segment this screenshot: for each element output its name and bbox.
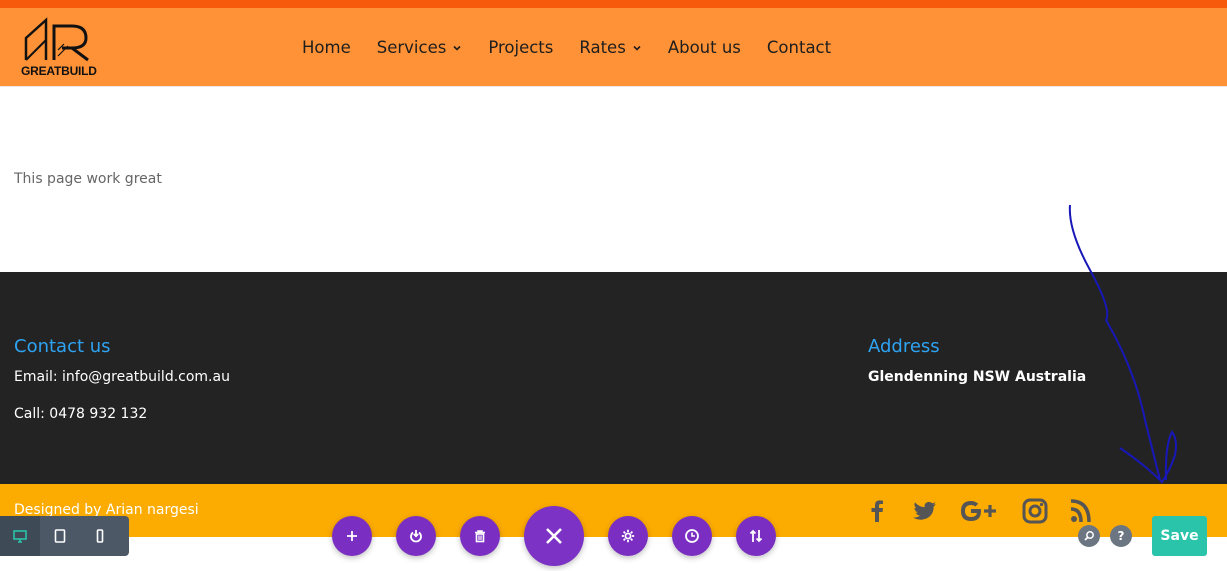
contact-email: Email: info@greatbuild.com.au	[14, 369, 230, 385]
view-mode-bar	[0, 516, 129, 556]
search-icon	[1084, 531, 1094, 541]
chevron-down-icon	[633, 45, 641, 51]
nav-about[interactable]: About us	[668, 38, 741, 57]
main-nav: Home Services Projects Rates About us Co…	[302, 8, 831, 87]
trash-icon	[475, 530, 485, 543]
site-footer: Contact us Email: info@greatbuild.com.au…	[0, 272, 1227, 484]
gear-icon	[621, 529, 635, 543]
rss-icon[interactable]	[1067, 496, 1097, 526]
help-button[interactable]: ?	[1110, 525, 1132, 547]
logo-icon	[24, 17, 89, 62]
layers-sort-button[interactable]	[736, 516, 776, 556]
plus-icon	[347, 531, 357, 541]
nav-rates[interactable]: Rates	[579, 38, 641, 57]
contact-heading: Contact us	[14, 336, 111, 357]
close-builder-button[interactable]	[524, 506, 584, 566]
settings-button[interactable]	[608, 516, 648, 556]
contact-phone: Call: 0478 932 132	[14, 406, 148, 422]
close-icon	[546, 528, 562, 544]
top-accent-strip	[0, 0, 1227, 8]
logo-text: GREATBUILD	[21, 64, 97, 78]
address-heading: Address	[868, 336, 940, 357]
history-button[interactable]	[672, 516, 712, 556]
phone-view-button[interactable]	[80, 516, 120, 556]
site-logo[interactable]: GREATBUILD	[20, 16, 100, 80]
nav-contact-label: Contact	[766, 38, 832, 57]
tablet-icon	[54, 529, 66, 543]
portability-button[interactable]	[396, 516, 436, 556]
facebook-icon[interactable]	[862, 496, 892, 526]
save-button[interactable]: Save	[1152, 516, 1207, 556]
nav-services[interactable]: Services	[377, 38, 463, 57]
page-body-text: This page work great	[14, 171, 162, 187]
nav-home[interactable]: Home	[302, 38, 351, 57]
power-icon	[410, 530, 422, 543]
address-text: Glendenning NSW Australia	[868, 369, 1087, 385]
delete-button[interactable]	[460, 516, 500, 556]
add-button[interactable]	[332, 516, 372, 556]
chevron-down-icon	[453, 45, 461, 51]
sort-icon	[749, 529, 763, 543]
desktop-icon	[13, 530, 27, 543]
google-plus-icon[interactable]	[958, 496, 1000, 526]
twitter-icon[interactable]	[909, 496, 939, 526]
nav-services-label: Services	[376, 38, 447, 57]
help-label: ?	[1117, 529, 1125, 543]
instagram-icon[interactable]	[1020, 496, 1050, 526]
nav-contact[interactable]: Contact	[767, 38, 831, 57]
phone-icon	[96, 529, 104, 543]
tablet-view-button[interactable]	[40, 516, 80, 556]
nav-projects-label: Projects	[488, 38, 554, 57]
nav-about-label: About us	[667, 38, 741, 57]
nav-rates-label: Rates	[579, 38, 626, 57]
site-header: GREATBUILD Home Services Projects Rates …	[0, 8, 1227, 87]
zoom-button[interactable]	[1078, 525, 1100, 547]
clock-icon	[685, 529, 699, 543]
desktop-view-button[interactable]	[0, 516, 40, 556]
nav-home-label: Home	[302, 38, 351, 57]
nav-projects[interactable]: Projects	[488, 38, 553, 57]
